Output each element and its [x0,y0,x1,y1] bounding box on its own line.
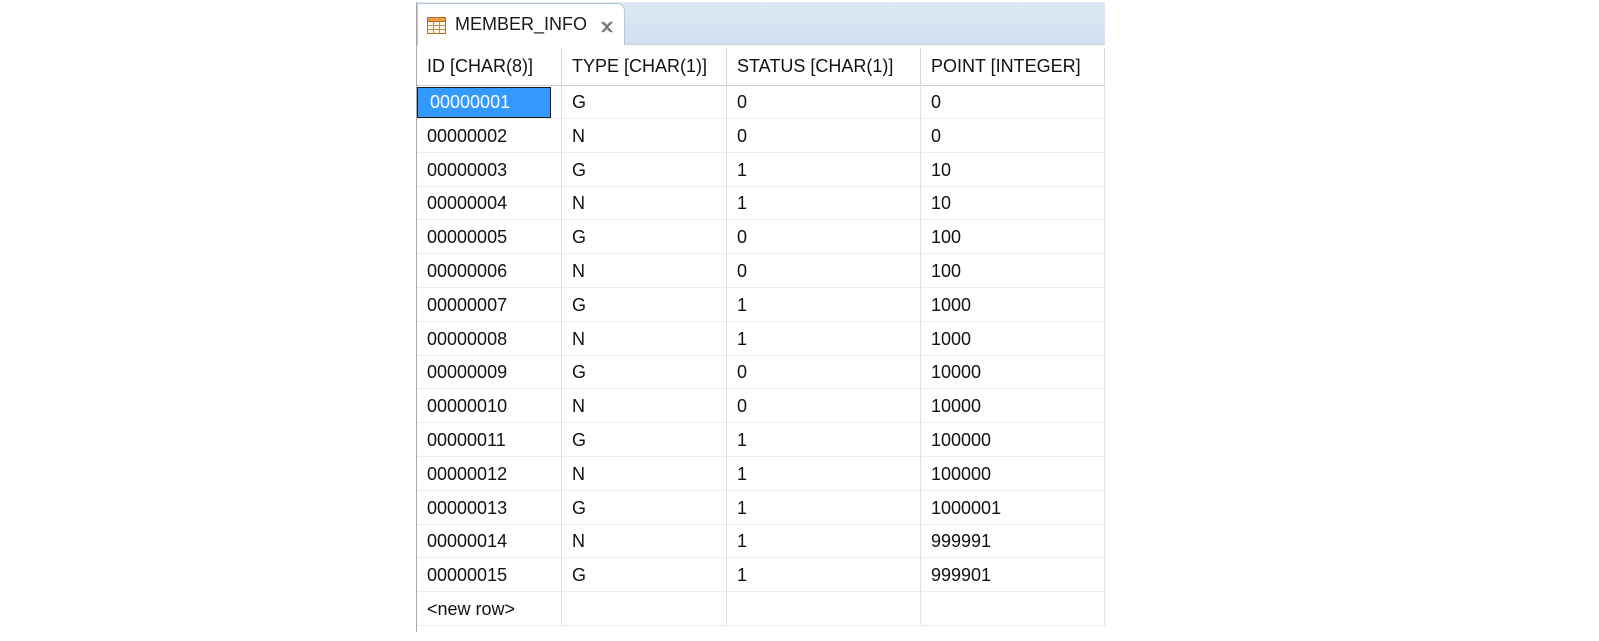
cell-id[interactable]: 00000009 [417,355,562,389]
cell-point[interactable]: 999991 [921,524,1105,558]
cell-type[interactable]: G [562,152,727,186]
cell-id[interactable]: 00000003 [417,152,562,186]
cell-type[interactable]: N [562,456,727,490]
cell-type[interactable]: N [562,389,727,423]
cell-point[interactable]: 10 [921,186,1105,220]
table-row[interactable]: 00000010 N 0 10000 [417,389,1105,424]
table-icon [427,17,446,34]
cell-type[interactable]: N [562,254,727,287]
close-icon[interactable] [599,19,615,35]
cell-id[interactable]: 00000008 [417,321,562,355]
table-row[interactable]: 00000013 G 1 1000001 [417,490,1105,525]
cell-point[interactable]: 100000 [921,423,1105,456]
tab-member-info[interactable]: MEMBER_INFO [417,3,625,45]
cell-point[interactable]: 0 [921,85,1105,118]
column-header-id[interactable]: ID [CHAR(8)] [417,48,562,85]
new-row-label[interactable]: <new row> [417,592,562,625]
cell-id[interactable]: 00000001 [417,85,562,118]
column-header-point[interactable]: POINT [INTEGER] [921,48,1105,85]
cell-id[interactable]: 00000013 [417,490,562,524]
table-row[interactable]: 00000005 G 0 100 [417,220,1105,255]
cell-point[interactable]: 0 [921,118,1105,152]
table-row[interactable]: 00000009 G 0 10000 [417,355,1105,390]
cell-point[interactable]: 1000 [921,321,1105,355]
cell-id[interactable]: 00000002 [417,118,562,152]
cell-id[interactable]: 00000014 [417,524,562,558]
cell-status[interactable]: 1 [727,524,921,558]
cell-status[interactable]: 1 [727,423,921,456]
cell-point[interactable]: 10 [921,152,1105,186]
cell-status[interactable]: 0 [727,389,921,423]
new-row-cell[interactable] [562,592,727,625]
column-header-status[interactable]: STATUS [CHAR(1)] [727,48,921,85]
cell-status[interactable]: 1 [727,287,921,321]
table-row[interactable]: 00000011 G 1 100000 [417,423,1105,457]
table-row[interactable]: 00000003 G 1 10 [417,152,1105,187]
cell-id[interactable]: 00000007 [417,287,562,321]
cell-point[interactable]: 999901 [921,558,1105,592]
cell-id[interactable]: 00000005 [417,220,562,254]
cell-type[interactable]: N [562,321,727,355]
cell-status[interactable]: 0 [727,355,921,389]
editor-tab-strip: MEMBER_INFO [417,2,1105,45]
table-row[interactable]: 00000008 N 1 1000 [417,321,1105,356]
cell-type[interactable]: G [562,220,727,254]
cell-type[interactable]: N [562,118,727,152]
cell-id[interactable]: 00000010 [417,389,562,423]
cell-status[interactable]: 0 [727,118,921,152]
cell-type[interactable]: G [562,490,727,524]
cell-status[interactable]: 1 [727,186,921,220]
table-row[interactable]: 00000002 N 0 0 [417,118,1105,153]
selected-cell-text: 00000001 [430,92,511,112]
cell-status[interactable]: 1 [727,558,921,592]
cell-point[interactable]: 100 [921,254,1105,287]
cell-point[interactable]: 100 [921,220,1105,254]
table-row[interactable]: 00000007 G 1 1000 [417,287,1105,322]
cell-point[interactable]: 1000 [921,287,1105,321]
table-row[interactable]: 00000012 N 1 100000 [417,456,1105,491]
cell-type[interactable]: G [562,85,727,118]
new-row[interactable]: <new row> [417,592,1105,626]
column-header-type[interactable]: TYPE [CHAR(1)] [562,48,727,85]
cell-status[interactable]: 0 [727,254,921,287]
table-row[interactable]: 00000014 N 1 999991 [417,524,1105,559]
tab-title: MEMBER_INFO [455,14,588,34]
cell-point[interactable]: 10000 [921,389,1105,423]
new-row-cell[interactable] [921,592,1105,625]
new-row-cell[interactable] [727,592,921,625]
cell-status[interactable]: 0 [727,220,921,254]
cell-id[interactable]: 00000012 [417,456,562,490]
cell-status[interactable]: 1 [727,490,921,524]
cell-type[interactable]: N [562,186,727,220]
cell-id[interactable]: 00000015 [417,558,562,592]
cell-point[interactable]: 1000001 [921,490,1105,524]
table-row[interactable]: 00000001 G 0 0 [417,85,1105,119]
table-row[interactable]: 00000006 N 0 100 [417,254,1105,288]
cell-type[interactable]: G [562,355,727,389]
cell-id[interactable]: 00000004 [417,186,562,220]
table-row[interactable]: 00000015 G 1 999901 [417,558,1105,593]
cell-type[interactable]: N [562,524,727,558]
cell-type[interactable]: G [562,558,727,592]
table-editor: MEMBER_INFO ID [CHAR(8)] TYPE [CHAR(1)] … [416,2,1105,632]
cell-status[interactable]: 1 [727,321,921,355]
column-header-row: ID [CHAR(8)] TYPE [CHAR(1)] STATUS [CHAR… [417,48,1105,86]
cell-id[interactable]: 00000011 [417,423,562,456]
cell-type[interactable]: G [562,423,727,456]
cell-type[interactable]: G [562,287,727,321]
cell-status[interactable]: 1 [727,456,921,490]
cell-status[interactable]: 1 [727,152,921,186]
cell-id[interactable]: 00000006 [417,254,562,287]
cell-point[interactable]: 100000 [921,456,1105,490]
cell-point[interactable]: 10000 [921,355,1105,389]
table-row[interactable]: 00000004 N 1 10 [417,186,1105,221]
cell-status[interactable]: 0 [727,85,921,118]
